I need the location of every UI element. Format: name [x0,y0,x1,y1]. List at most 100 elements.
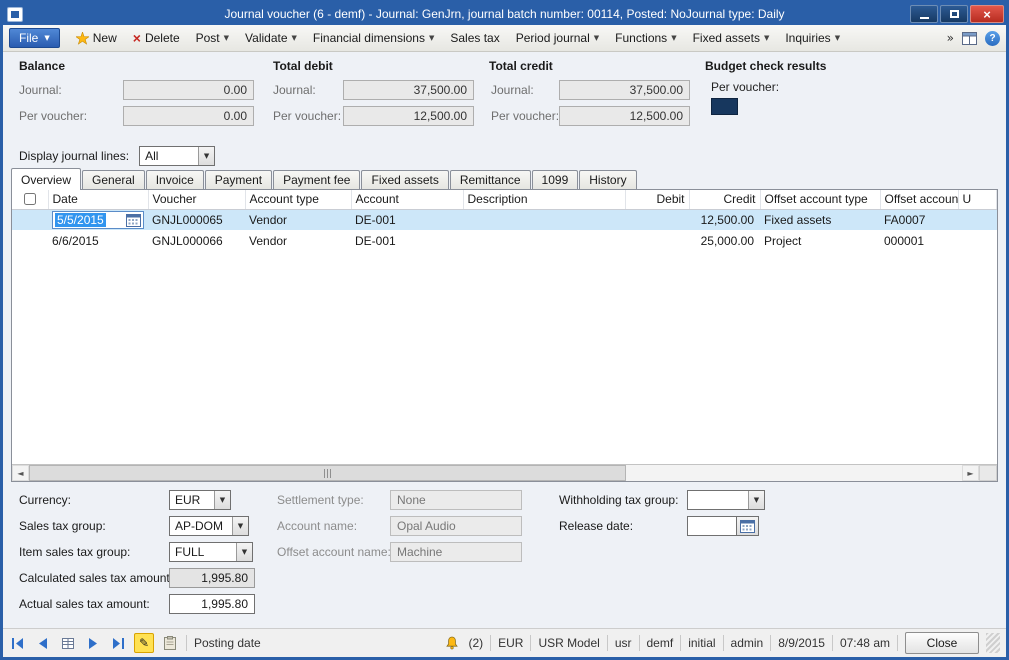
edit-mode-toggle[interactable]: ✎ [134,633,154,653]
column-header-debit[interactable]: Debit [625,190,689,209]
status-hint: Posting date [194,636,261,650]
cell-voucher[interactable]: GNJL000065 [148,209,245,230]
scrollbar-track[interactable] [29,465,962,481]
date-edit-box[interactable]: 5/5/2015 [52,211,144,229]
filter-row: Display journal lines: All ▼ [3,144,1006,167]
post-menu-button[interactable]: Post▼ [188,28,237,49]
close-button[interactable]: Close [905,632,979,654]
chevron-down-icon: ▼ [292,35,297,42]
cell-voucher[interactable]: GNJL000066 [148,230,245,251]
financial-dimensions-menu-button[interactable]: Financial dimensions▼ [305,28,442,49]
tab-payment[interactable]: Payment [205,170,272,189]
functions-menu-button[interactable]: Functions▼ [607,28,684,49]
item-sales-tax-group-label: Item sales tax group: [19,545,169,559]
cell-account[interactable]: DE-001 [351,209,463,230]
display-journal-lines-select[interactable]: All ▼ [139,146,215,166]
separator [639,635,640,651]
sales-tax-group-select[interactable]: AP-DOM ▼ [169,516,249,536]
cell-credit[interactable]: 25,000.00 [689,230,760,251]
column-header-offset-account-type[interactable]: Offset account type [760,190,880,209]
cell-date[interactable]: 5/5/2015 [48,209,148,230]
last-record-button[interactable] [109,634,127,652]
table-row[interactable]: 6/6/2015 GNJL000066 Vendor DE-001 25,000… [12,230,997,251]
fixed-assets-menu-button[interactable]: Fixed assets▼ [685,28,778,49]
cell-account[interactable]: DE-001 [351,230,463,251]
item-sales-tax-group-select[interactable]: FULL ▼ [169,542,253,562]
column-header-voucher[interactable]: Voucher [148,190,245,209]
column-header-u[interactable]: U [958,190,997,209]
total-credit-journal-field: 37,500.00 [559,80,690,100]
release-date-label: Release date: [559,519,687,533]
separator [680,635,681,651]
clipboard-icon[interactable] [161,634,179,652]
withholding-tax-group-select[interactable]: ▼ [687,490,765,510]
calendar-icon[interactable] [126,213,141,227]
column-header-date[interactable]: Date [48,190,148,209]
resize-grip[interactable] [986,633,1000,653]
tab-general[interactable]: General [82,170,145,189]
row-selector[interactable] [12,230,48,251]
tab-remittance[interactable]: Remittance [450,170,531,189]
inquiries-menu-button[interactable]: Inquiries▼ [777,28,848,49]
cell-account-type[interactable]: Vendor [245,209,351,230]
cell-offset-account-type[interactable]: Fixed assets [760,209,880,230]
column-header-offset-account[interactable]: Offset account [880,190,958,209]
tab-fixed-assets[interactable]: Fixed assets [361,170,448,189]
notifications-bell-icon[interactable] [443,634,461,652]
cell-offset-account-type[interactable]: Project [760,230,880,251]
delete-button[interactable]: × Delete [125,28,188,49]
tab-1099[interactable]: 1099 [532,170,579,189]
status-date: 8/9/2015 [778,636,825,650]
tab-overview[interactable]: Overview [11,168,81,190]
cell-debit[interactable] [625,209,689,230]
cell-u[interactable] [958,209,997,230]
cell-description[interactable] [463,209,625,230]
release-date-input[interactable] [687,516,759,536]
next-record-button[interactable] [84,634,102,652]
table-row[interactable]: 5/5/2015 GNJL000065 Vendor DE-001 12,500… [12,209,997,230]
cell-offset-account[interactable]: 000001 [880,230,958,251]
toolbar-overflow-button[interactable]: » [947,31,954,45]
previous-record-button[interactable] [34,634,52,652]
cell-account-type[interactable]: Vendor [245,230,351,251]
actual-sales-tax-input[interactable]: 1,995.80 [169,594,255,614]
cell-offset-account[interactable]: FA0007 [880,209,958,230]
close-window-button[interactable]: × [970,5,1004,23]
grid-view-button[interactable] [59,634,77,652]
select-all-checkbox[interactable] [24,193,36,205]
new-button[interactable]: New [68,28,125,49]
period-journal-menu-button[interactable]: Period journal▼ [508,28,607,49]
row-selector[interactable] [12,209,48,230]
horizontal-scrollbar[interactable]: ◄ ► [12,464,997,481]
balance-per-voucher-label: Per voucher: [19,109,87,123]
cell-description[interactable] [463,230,625,251]
first-record-button[interactable] [9,634,27,652]
tab-history[interactable]: History [579,170,636,189]
total-credit-header: Total credit [489,59,553,73]
sales-tax-button[interactable]: Sales tax [442,28,507,49]
tab-invoice[interactable]: Invoice [146,170,204,189]
column-header-account[interactable]: Account [351,190,463,209]
validate-menu-button[interactable]: Validate▼ [237,28,305,49]
scroll-left-button[interactable]: ◄ [12,465,29,481]
file-menu-button[interactable]: File ▼ [9,28,60,48]
tab-payment-fee[interactable]: Payment fee [273,170,360,189]
scroll-right-button[interactable]: ► [962,465,979,481]
calendar-icon[interactable] [737,516,759,536]
column-header-account-type[interactable]: Account type [245,190,351,209]
cell-date[interactable]: 6/6/2015 [48,230,148,251]
cell-debit[interactable] [625,230,689,251]
currency-select[interactable]: EUR ▼ [169,490,231,510]
total-debit-per-voucher-label: Per voucher: [273,109,341,123]
help-icon[interactable]: ? [985,31,1000,46]
title-bar: Journal voucher (6 - demf) - Journal: Ge… [3,3,1006,25]
cell-u[interactable] [958,230,997,251]
column-header-description[interactable]: Description [463,190,625,209]
cell-credit[interactable]: 12,500.00 [689,209,760,230]
notification-count[interactable]: (2) [468,636,483,650]
minimize-button[interactable] [910,5,938,23]
grid-view-icon[interactable] [962,32,977,45]
column-header-credit[interactable]: Credit [689,190,760,209]
maximize-button[interactable] [940,5,968,23]
scrollbar-thumb[interactable] [29,465,626,481]
